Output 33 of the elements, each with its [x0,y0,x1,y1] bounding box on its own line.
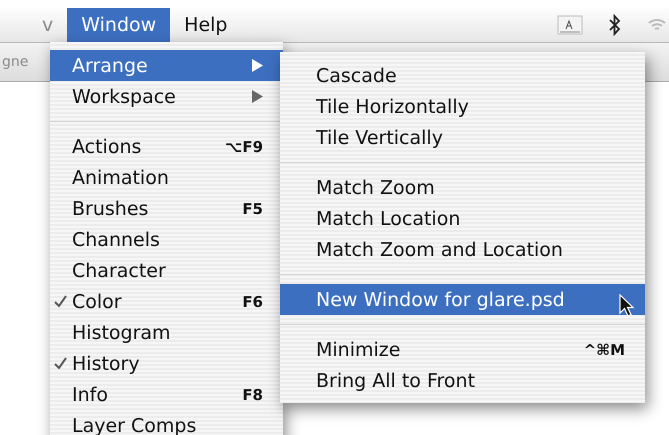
menu-item[interactable]: Workspace [50,81,283,112]
menu-item[interactable]: Color F6 [50,286,283,317]
menu-title[interactable]: Window [67,8,170,42]
shortcut: ^⌘M [584,340,625,358]
menu-item[interactable]: Match Zoom [280,172,645,203]
toolbar-label: gne [2,54,28,70]
menu-item[interactable]: Arrange [50,50,283,81]
menu-item[interactable]: Histogram [50,317,283,348]
shortcut: F5 [242,200,263,218]
menu-item[interactable]: Actions ⌥F9 [50,131,283,162]
menu-item[interactable]: Brushes F5 [50,193,283,224]
checkmark-icon [54,295,67,308]
menu-item[interactable]: Tile Horizontally [280,91,645,122]
bluetooth-icon[interactable] [609,14,621,36]
menu-title[interactable]: Help [170,8,242,42]
menu-item[interactable]: Tile Vertically [280,122,645,153]
menu-item[interactable]: Match Zoom and Location [280,234,645,265]
menu-item[interactable]: Match Location [280,203,645,234]
menu-item[interactable]: New Window for glare.psd [280,284,645,315]
menu-item[interactable]: Bring All to Front [280,365,645,396]
menu-item[interactable]: Animation [50,162,283,193]
menu-item[interactable]: Minimize ^⌘M [280,334,645,365]
menu-item[interactable]: Character [50,255,283,286]
menu-item[interactable]: Channels [50,224,283,255]
shortcut: ⌥F9 [225,138,263,156]
shortcut: F8 [242,386,263,404]
input-menu-icon[interactable] [557,15,583,35]
shortcut: F6 [242,292,263,310]
menu-item[interactable]: Info F8 [50,379,283,410]
checkmark-icon [54,357,67,370]
mouse-pointer-icon [619,294,635,318]
menu-item[interactable]: History [50,348,283,379]
menu-item[interactable]: Cascade [280,60,645,91]
